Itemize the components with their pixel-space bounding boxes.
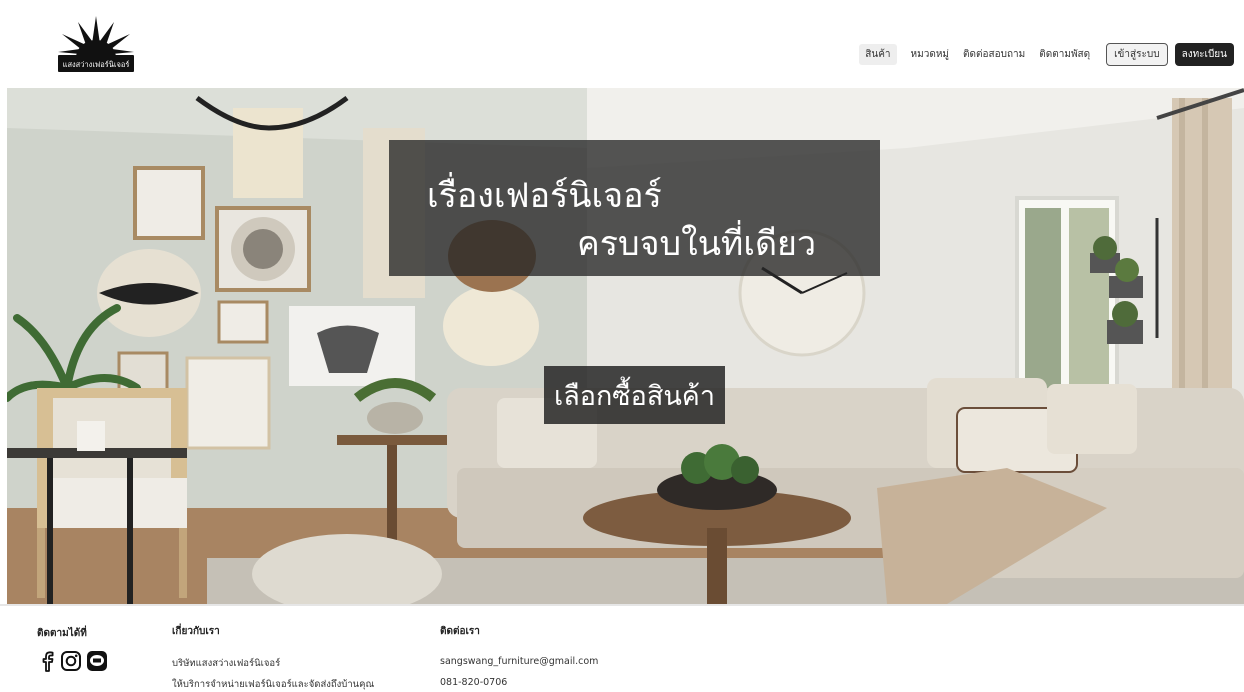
headline-line-2: ครบจบในที่เดียว <box>577 224 817 264</box>
nav-categories[interactable]: หมวดหมู่ <box>911 47 949 62</box>
nav-products[interactable]: สินค้า <box>859 43 897 65</box>
instagram-icon[interactable] <box>60 650 82 672</box>
register-button[interactable]: ลงทะเบียน <box>1174 42 1234 66</box>
logo[interactable]: แสงสว่างเฟอร์นิเจอร์ <box>56 14 136 74</box>
shop-now-button[interactable]: เลือกซื้อสินค้า <box>544 366 725 424</box>
about-line-1: บริษัทแสงสว่างเฟอร์นิเจอร์ <box>172 658 281 669</box>
hero-banner: เรื่องเฟอร์นิเจอร์ ครบจบในที่เดียว เลือก… <box>7 88 1244 604</box>
logo-text: แสงสว่างเฟอร์นิเจอร์ <box>63 60 130 69</box>
nav-tracking[interactable]: ติดตามพัสดุ <box>1039 47 1090 62</box>
sun-logo-icon: แสงสว่างเฟอร์นิเจอร์ <box>58 16 134 72</box>
headline-line-1: เรื่องเฟอร์นิเจอร์ <box>427 176 662 216</box>
site-header: แสงสว่างเฟอร์นิเจอร์ สินค้า หมวดหมู่ ติด… <box>0 0 1244 88</box>
login-button[interactable]: เข้าสู่ระบบ <box>1106 42 1168 66</box>
contact-title: ติดต่อเรา <box>440 626 480 637</box>
follow-title: ติดตามได้ที่ <box>37 628 87 639</box>
facebook-icon[interactable] <box>37 650 59 672</box>
nav-contact[interactable]: ติดต่อสอบถาม <box>963 47 1025 62</box>
contact-phone[interactable]: 081-820-0706 <box>440 677 507 688</box>
main-nav: สินค้า หมวดหมู่ ติดต่อสอบถาม ติดตามพัสดุ… <box>859 42 1234 66</box>
site-footer: ติดตามได้ที่ เกี่ยวกับเรา บริษัทแสงสว่าง… <box>0 604 1244 690</box>
line-icon[interactable] <box>86 650 108 672</box>
about-line-2: ให้บริการจำหน่ายเฟอร์นิเจอร์และจัดส่งถึง… <box>172 679 375 690</box>
contact-email[interactable]: sangswang_furniture@gmail.com <box>440 656 598 667</box>
headline-panel: เรื่องเฟอร์นิเจอร์ ครบจบในที่เดียว <box>389 140 880 276</box>
about-title: เกี่ยวกับเรา <box>172 626 220 637</box>
